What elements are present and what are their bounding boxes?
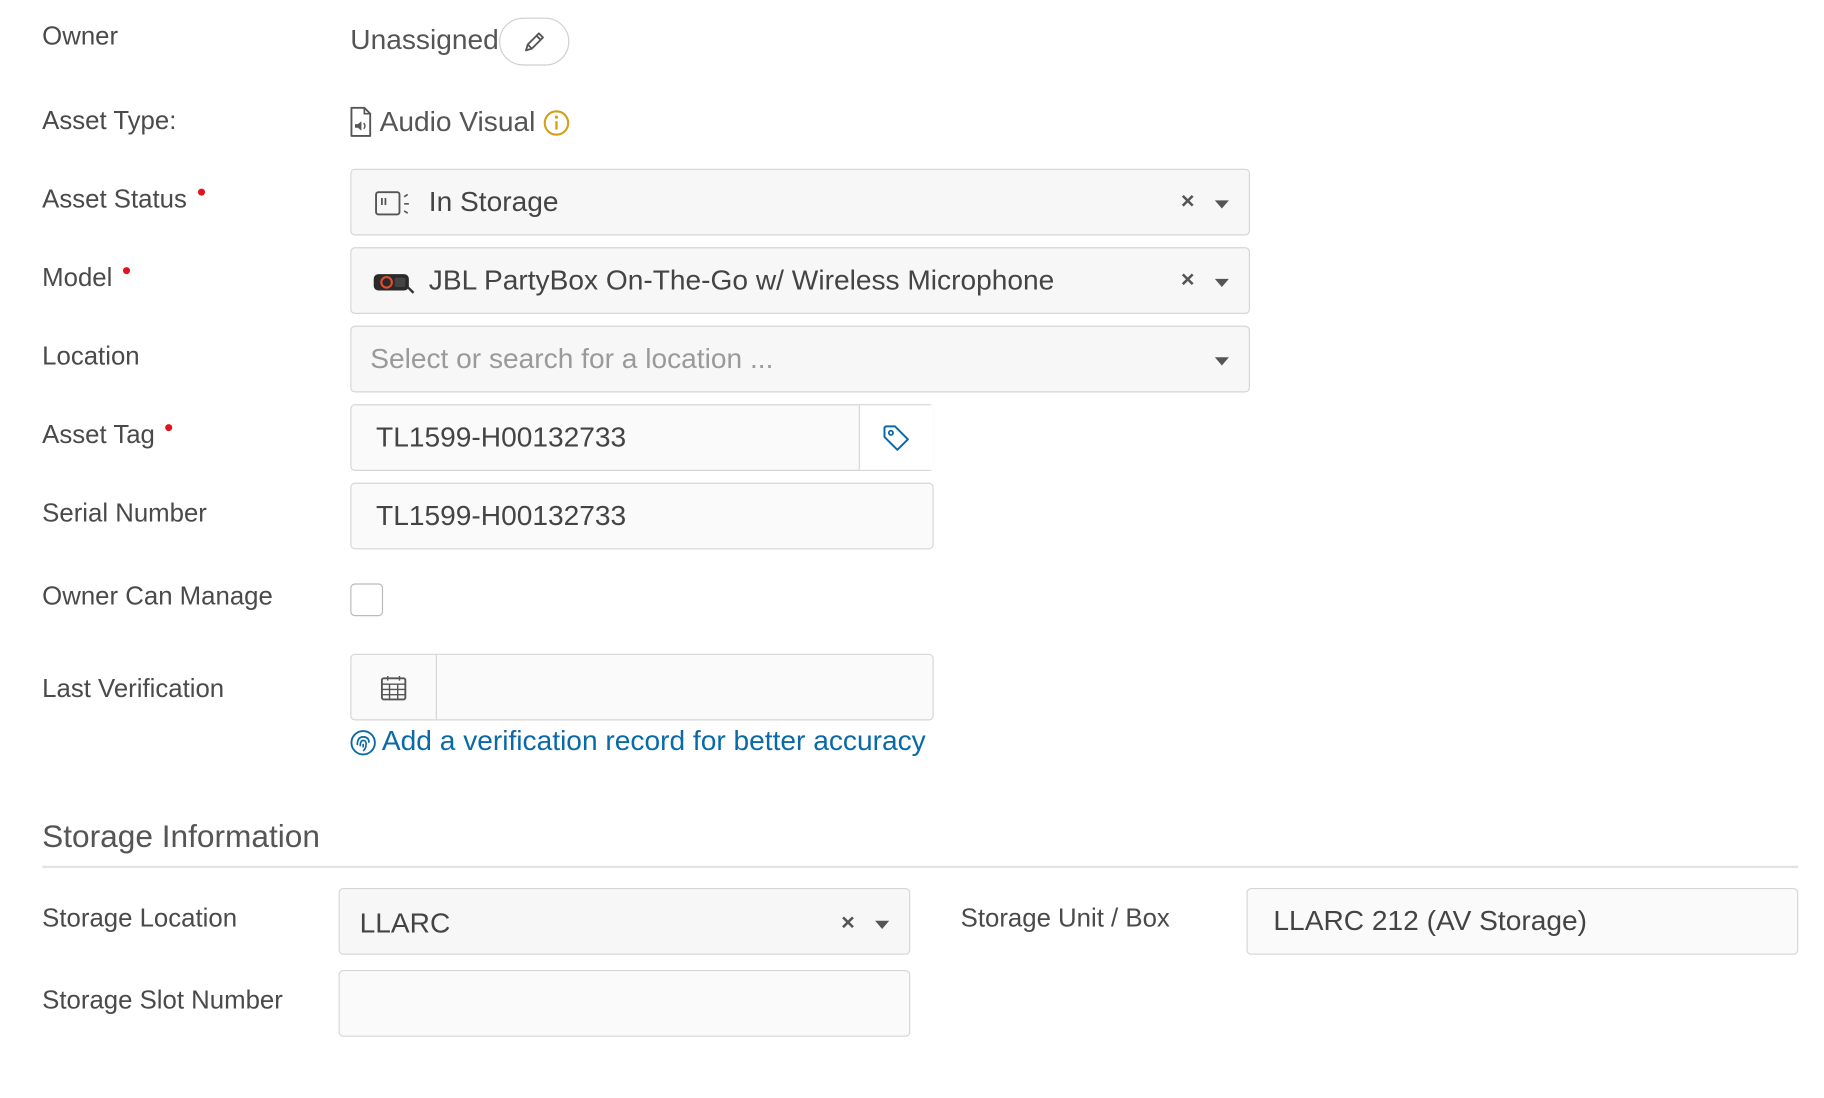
storage-unit-input[interactable]: LLARC 212 (AV Storage) bbox=[1246, 887, 1799, 955]
storage-status-icon bbox=[375, 191, 409, 216]
chevron-down-icon[interactable] bbox=[875, 920, 890, 929]
calendar-icon bbox=[380, 675, 407, 701]
audio-file-icon bbox=[350, 106, 372, 137]
storage-unit-label: Storage Unit / Box bbox=[960, 903, 1170, 933]
owner-can-manage-checkbox[interactable] bbox=[350, 583, 384, 617]
asset-status-label: Asset Status bbox=[42, 186, 204, 212]
model-label: Model bbox=[42, 264, 130, 291]
fingerprint-icon[interactable] bbox=[349, 729, 377, 757]
section-divider bbox=[42, 865, 1799, 869]
asset-status-select[interactable]: In Storage × bbox=[350, 168, 1250, 236]
clear-model-icon[interactable]: × bbox=[1181, 268, 1195, 291]
asset-form: Owner Unassigned Asset Type: Audio Visua… bbox=[0, 0, 1824, 1098]
chevron-down-icon[interactable] bbox=[1214, 278, 1229, 288]
clear-status-icon[interactable]: × bbox=[1181, 190, 1195, 213]
serial-number-input[interactable]: TL1599-H00132733 bbox=[350, 482, 934, 550]
calendar-button[interactable] bbox=[351, 654, 437, 720]
model-select[interactable]: JBL PartyBox On-The-Go w/ Wireless Micro… bbox=[350, 247, 1250, 314]
asset-tag-input[interactable]: TL1599-H00132733 bbox=[350, 404, 934, 471]
asset-type-value: Audio Visual bbox=[379, 106, 536, 139]
location-select[interactable]: Select or search for a location ... bbox=[350, 325, 1250, 393]
storage-unit-value: LLARC 212 (AV Storage) bbox=[1273, 905, 1588, 938]
pencil-icon bbox=[525, 32, 544, 52]
asset-tag-label: Asset Tag bbox=[42, 421, 172, 448]
speaker-thumbnail bbox=[373, 274, 415, 294]
owner-can-manage-label: Owner Can Manage bbox=[42, 581, 273, 611]
model-value: JBL PartyBox On-The-Go w/ Wireless Micro… bbox=[428, 264, 1055, 297]
storage-slot-label: Storage Slot Number bbox=[42, 985, 283, 1015]
asset-type-label: Asset Type: bbox=[42, 105, 177, 135]
location-placeholder: Select or search for a location ... bbox=[370, 343, 774, 375]
storage-info-heading: Storage Information bbox=[42, 818, 320, 855]
last-verification-label: Last Verification bbox=[42, 673, 225, 703]
tag-icon bbox=[883, 425, 909, 451]
storage-location-value: LLARC bbox=[359, 907, 451, 940]
storage-location-select[interactable]: LLARC × bbox=[338, 887, 911, 955]
location-label: Location bbox=[42, 340, 140, 371]
clear-storage-location-icon[interactable]: × bbox=[841, 911, 855, 934]
chevron-down-icon[interactable] bbox=[1214, 200, 1229, 209]
generate-tag-button[interactable] bbox=[858, 405, 934, 470]
edit-owner-button[interactable] bbox=[499, 17, 570, 66]
storage-location-label: Storage Location bbox=[42, 903, 238, 933]
info-icon[interactable] bbox=[542, 109, 570, 137]
add-verification-link[interactable]: Add a verification record for better acc… bbox=[382, 727, 926, 756]
chevron-down-icon[interactable] bbox=[1214, 357, 1229, 366]
serial-number-value: TL1599-H00132733 bbox=[376, 500, 627, 532]
asset-status-value: In Storage bbox=[428, 186, 559, 218]
owner-value: Unassigned bbox=[350, 24, 499, 57]
serial-number-label: Serial Number bbox=[42, 497, 207, 528]
storage-slot-input[interactable] bbox=[338, 970, 911, 1037]
last-verification-input[interactable] bbox=[350, 653, 934, 721]
asset-tag-value: TL1599-H00132733 bbox=[376, 421, 627, 454]
owner-label: Owner bbox=[42, 21, 119, 51]
